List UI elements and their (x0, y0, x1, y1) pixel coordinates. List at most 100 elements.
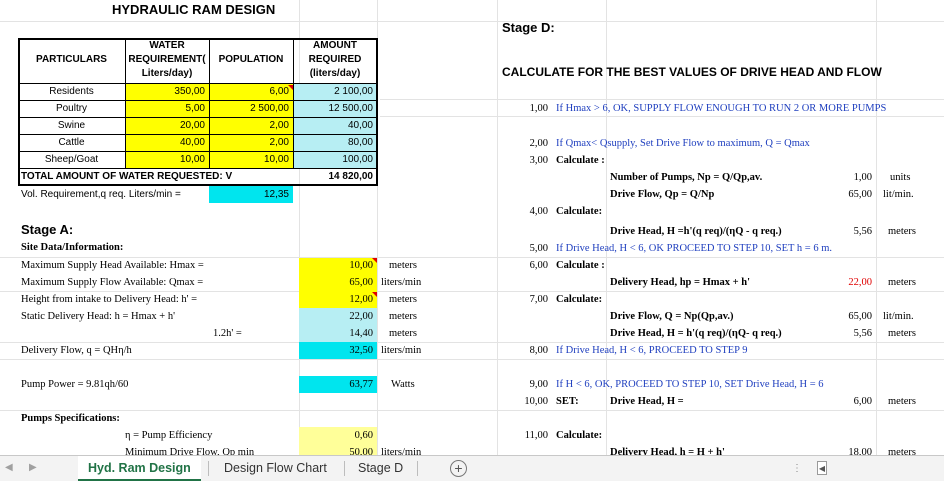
stage-d-heading: CALCULATE FOR THE BEST VALUES OF DRIVE H… (502, 65, 882, 79)
drive-head-2-unit: meters (888, 328, 916, 339)
cell-amount[interactable]: 40,00 (293, 119, 373, 133)
cell-population[interactable]: 2,00 (209, 119, 289, 133)
min-drive-unit: liters/min (381, 447, 422, 455)
step-text: If H < 6, OK, PROCEED TO STEP 10, SET Dr… (556, 379, 824, 390)
tab-design-flow-chart[interactable]: Design Flow Chart (214, 456, 337, 481)
scroll-tabs-left-icon[interactable]: ◀ (5, 462, 13, 473)
height-intake-unit: meters (389, 294, 417, 305)
cell-population[interactable]: 6,00 (209, 85, 289, 99)
header-amount-line3: (liters/day) (309, 68, 361, 79)
delivery-flow-label: Delivery Flow, q = QHη/h (21, 345, 132, 356)
cell-water-req[interactable]: 40,00 (125, 136, 205, 150)
drive-head-2-label: Drive Head, H = h'(q req)/(ηQ- q req.) (610, 328, 782, 339)
efficiency-value[interactable]: 0,60 (299, 429, 373, 443)
step-text: If Drive Head, H < 6, OK PROCEED TO STEP… (556, 243, 832, 254)
delivery-head-hp-value[interactable]: 22,00 (800, 276, 872, 290)
drive-head-2-value[interactable]: 5,56 (800, 327, 872, 341)
drive-flow-qp-unit: lit/min. (883, 189, 914, 200)
stage-a-title: Stage A: (21, 222, 74, 237)
cell-water-req[interactable]: 5,00 (125, 102, 205, 116)
comment-indicator[interactable] (372, 258, 377, 263)
step-number: 7,00 (529, 294, 548, 305)
step-text: If Hmax > 6, OK, SUPPLY FLOW ENOUGH TO R… (556, 103, 887, 114)
header-amount-line2: REQUIRED (308, 54, 362, 65)
static-head-value[interactable]: 22,00 (299, 310, 373, 324)
1-2h-unit: meters (389, 328, 417, 339)
pumps-spec-heading: Pumps Specifications: (21, 413, 120, 424)
header-water-req-line1: WATER (149, 40, 185, 51)
cell-amount[interactable]: 100,00 (293, 153, 373, 167)
drive-flow-q-unit: lit/min. (883, 311, 914, 322)
row-label: Sheep/Goat (44, 154, 99, 165)
qmax-value[interactable]: 65,00 (299, 276, 373, 290)
scroll-left-icon[interactable]: ◀ (817, 461, 827, 475)
1-2h-label: 1.2h' = (213, 328, 242, 339)
min-drive-label: Minimum Drive Flow, Qp min (125, 447, 255, 455)
comment-indicator[interactable] (288, 85, 293, 90)
pump-power-label: Pump Power = 9.81qh/60 (21, 379, 129, 390)
step-number: 5,00 (529, 243, 548, 254)
comment-indicator[interactable] (372, 292, 377, 297)
tab-hyd-ram-design[interactable]: Hyd. Ram Design (78, 456, 201, 481)
cell-water-req[interactable]: 350,00 (125, 85, 205, 99)
cell-water-req[interactable]: 10,00 (125, 153, 205, 167)
hmax-unit: meters (389, 260, 417, 271)
add-sheet-icon[interactable]: + (450, 460, 467, 477)
1-2h-value[interactable]: 14,40 (299, 327, 373, 341)
cell-amount[interactable]: 80,00 (293, 136, 373, 150)
min-drive-value[interactable]: 50,00 (299, 446, 373, 455)
step-number: 4,00 (529, 206, 548, 217)
qmax-label: Maximum Supply Flow Available: Qmax = (21, 277, 204, 288)
scroll-tabs-right-icon[interactable]: ▶ (29, 462, 37, 473)
header-amount-line1: AMOUNT (313, 40, 357, 51)
static-head-label: Static Delivery Head: h = Hmax + h' (21, 311, 175, 322)
delivery-head-last-unit: meters (888, 447, 916, 455)
spreadsheet-grid[interactable]: HYDRAULIC RAM DESIGN PARTICULARS WATER R… (0, 0, 944, 455)
row-label: Poultry (55, 103, 88, 114)
total-value[interactable]: 14 820,00 (293, 170, 374, 184)
delivery-head-hp-unit: meters (888, 277, 916, 288)
drive-flow-qp-value[interactable]: 65,00 (800, 188, 872, 202)
site-data-heading: Site Data/Information: (21, 242, 124, 253)
drive-head-1-label: Drive Head, H =h'(q req)/(ηQ - q req.) (610, 226, 782, 237)
drive-flow-q-value[interactable]: 65,00 (800, 310, 872, 324)
hmax-label: Maximum Supply Head Available: Hmax = (21, 260, 204, 271)
cell-amount[interactable]: 2 100,00 (293, 85, 373, 99)
tab-split-handle-icon[interactable]: ⋮ (792, 463, 802, 474)
cell-population[interactable]: 10,00 (209, 153, 289, 167)
cell-amount[interactable]: 12 500,00 (293, 102, 374, 116)
step-number: 6,00 (529, 260, 548, 271)
efficiency-label: η = Pump Efficiency (125, 430, 213, 441)
sheet-tab-bar: ◀ ▶ Hyd. Ram Design Design Flow Chart St… (0, 455, 944, 481)
step-number: 11,00 (524, 430, 548, 441)
drive-head-1-value[interactable]: 5,56 (800, 225, 872, 239)
step-number: 1,00 (529, 103, 548, 114)
hmax-value[interactable]: 10,00 (299, 259, 373, 273)
set-drive-head-value[interactable]: 6,00 (800, 395, 872, 409)
set-drive-head-unit: meters (888, 396, 916, 407)
step-text: SET: (556, 396, 579, 407)
delivery-head-last-value[interactable]: 18,00 (800, 446, 872, 455)
step-text: If Drive Head, H < 6, PROCEED TO STEP 9 (556, 345, 748, 356)
cell-population[interactable]: 2 500,00 (209, 102, 289, 116)
cell-water-req[interactable]: 20,00 (125, 119, 205, 133)
vol-requirement-value[interactable]: 12,35 (209, 188, 289, 202)
step-number: 8,00 (529, 345, 548, 356)
cell-population[interactable]: 2,00 (209, 136, 289, 150)
header-particulars: PARTICULARS (36, 54, 107, 65)
pump-power-unit: Watts (391, 379, 415, 390)
step-number: 9,00 (529, 379, 548, 390)
num-pumps-label: Number of Pumps, Np = Q/Qp,av. (610, 172, 763, 183)
total-label: TOTAL AMOUNT OF WATER REQUESTED: V (21, 171, 233, 182)
sheet-title: HYDRAULIC RAM DESIGN (112, 2, 276, 17)
horizontal-scrollbar[interactable]: ◀ (813, 461, 944, 477)
drive-flow-q-label: Drive Flow, Q = Np(Qp,av.) (610, 311, 734, 322)
delivery-head-hp-label: Delivery Head, hp = Hmax + h' (610, 277, 751, 288)
height-intake-value[interactable]: 12,00 (299, 293, 373, 307)
tab-stage-d[interactable]: Stage D (348, 456, 413, 481)
step-text: Calculate : (556, 260, 605, 271)
delivery-flow-value[interactable]: 32,50 (299, 344, 373, 358)
step-text: Calculate: (556, 430, 603, 441)
pump-power-value[interactable]: 63,77 (299, 378, 373, 392)
num-pumps-value[interactable]: 1,00 (800, 171, 872, 185)
